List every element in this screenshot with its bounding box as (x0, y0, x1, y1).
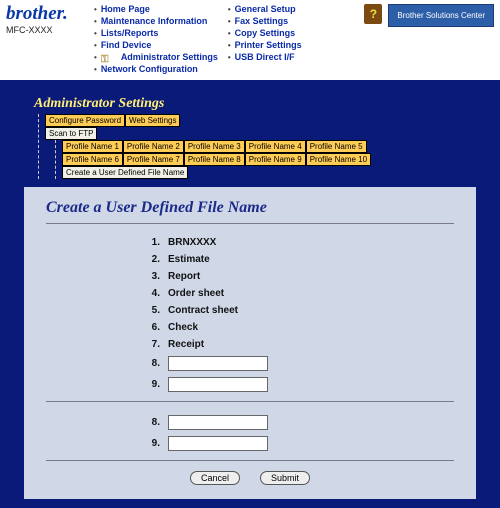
tab-scan-to-ftp[interactable]: Scan to FTP (45, 127, 97, 140)
content-card: Create a User Defined File Name 1. BRNXXX… (24, 187, 476, 499)
filename-list-2: 8. 9. (46, 412, 454, 454)
tabs-level-1: Configure Password Web Settings Scan to … (38, 114, 490, 179)
list-item: 6. Check (46, 319, 454, 336)
list-item: 1. BRNXXXX (46, 234, 454, 251)
list-number: 3. (146, 271, 160, 282)
tab-profile-4[interactable]: Profile Name 4 (245, 140, 306, 153)
nav-admin-label: Administrator Settings (121, 52, 218, 62)
cancel-button[interactable]: Cancel (190, 471, 240, 485)
list-value: Order sheet (168, 288, 224, 299)
divider (46, 460, 454, 461)
tab-profile-3[interactable]: Profile Name 3 (184, 140, 245, 153)
nav-usb-direct[interactable]: USB Direct I/F (228, 52, 302, 62)
filename-list: 1. BRNXXXX 2. Estimate 3. Report 4. Order sh… (46, 234, 454, 395)
list-item: 2. Estimate (46, 251, 454, 268)
tab-configure-password[interactable]: Configure Password (45, 114, 125, 127)
header-right: ? Brother Solutions Center (364, 4, 494, 74)
list-number: 1. (146, 237, 160, 248)
nav-find-device[interactable]: Find Device (94, 40, 218, 50)
list-number: 5. (146, 305, 160, 316)
list-number: 7. (146, 339, 160, 350)
button-row: Cancel Submit (46, 471, 454, 485)
list-number: 8. (146, 358, 160, 369)
tab-user-defined-filename[interactable]: Create a User Defined File Name (62, 166, 188, 179)
filename-input-9a[interactable] (168, 377, 268, 392)
main: Administrator Settings Configure Passwor… (0, 80, 500, 508)
list-item: 8. (46, 412, 454, 433)
tab-web-settings[interactable]: Web Settings (125, 114, 180, 127)
list-item: 3. Report (46, 268, 454, 285)
list-value: Report (168, 271, 200, 282)
divider (46, 401, 454, 402)
list-value: Receipt (168, 339, 204, 350)
tab-profile-9[interactable]: Profile Name 9 (245, 153, 306, 166)
list-item: 4. Order sheet (46, 285, 454, 302)
nav-fax-settings[interactable]: Fax Settings (228, 16, 302, 26)
list-value: Contract sheet (168, 305, 238, 316)
nav-maintenance[interactable]: Maintenance Information (94, 16, 218, 26)
solutions-center-button[interactable]: Brother Solutions Center (388, 4, 494, 27)
list-value: BRNXXXX (168, 237, 216, 248)
list-item: 5. Contract sheet (46, 302, 454, 319)
list-number: 6. (146, 322, 160, 333)
nav-col-2: General Setup Fax Settings Copy Settings… (228, 4, 302, 74)
filename-input-9b[interactable] (168, 436, 268, 451)
tab-profile-1[interactable]: Profile Name 1 (62, 140, 123, 153)
card-title: Create a User Defined File Name (46, 199, 454, 217)
list-item: 7. Receipt (46, 336, 454, 353)
list-number: 9. (146, 438, 160, 449)
list-number: 8. (146, 417, 160, 428)
list-item: 9. (46, 433, 454, 454)
brand: brother. MFC-XXXX (6, 4, 84, 74)
tab-profile-8[interactable]: Profile Name 8 (184, 153, 245, 166)
nav-admin-settings[interactable]: Administrator Settings (94, 52, 218, 62)
divider (46, 223, 454, 224)
page-title: Administrator Settings (34, 96, 490, 112)
tab-profile-7[interactable]: Profile Name 7 (123, 153, 184, 166)
nav-copy-settings[interactable]: Copy Settings (228, 28, 302, 38)
list-item: 9. (46, 374, 454, 395)
nav-home[interactable]: Home Page (94, 4, 218, 14)
nav-col-1: Home Page Maintenance Information Lists/… (94, 4, 218, 74)
filename-input-8b[interactable] (168, 415, 268, 430)
tab-profile-5[interactable]: Profile Name 5 (306, 140, 367, 153)
nav-lists-reports[interactable]: Lists/Reports (94, 28, 218, 38)
header: brother. MFC-XXXX Home Page Maintenance … (0, 0, 500, 80)
nav-printer-settings[interactable]: Printer Settings (228, 40, 302, 50)
list-number: 2. (146, 254, 160, 265)
list-number: 4. (146, 288, 160, 299)
help-icon[interactable]: ? (364, 4, 382, 24)
tabs-level-2: Profile Name 1 Profile Name 2 Profile Na… (55, 140, 490, 179)
filename-input-8a[interactable] (168, 356, 268, 371)
nav-network-config[interactable]: Network Configuration (94, 64, 218, 74)
tab-profile-10[interactable]: Profile Name 10 (306, 153, 371, 166)
key-icon (101, 54, 117, 60)
brand-logo: brother. (6, 4, 84, 23)
tab-profile-2[interactable]: Profile Name 2 (123, 140, 184, 153)
list-item: 8. (46, 353, 454, 374)
list-value: Check (168, 322, 198, 333)
nav-general-setup[interactable]: General Setup (228, 4, 302, 14)
list-value: Estimate (168, 254, 210, 265)
tab-profile-6[interactable]: Profile Name 6 (62, 153, 123, 166)
submit-button[interactable]: Submit (260, 471, 310, 485)
list-number: 9. (146, 379, 160, 390)
brand-model: MFC-XXXX (6, 25, 84, 35)
